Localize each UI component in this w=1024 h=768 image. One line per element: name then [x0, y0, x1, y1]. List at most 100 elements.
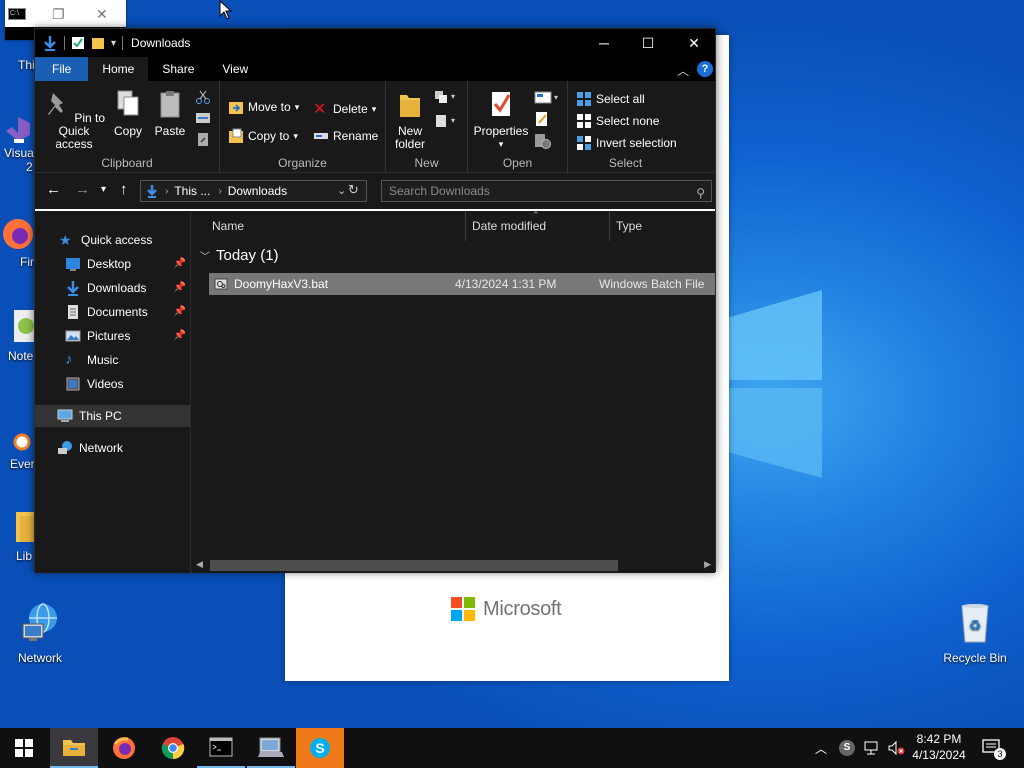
- nav-desktop[interactable]: Desktop 📌: [35, 253, 190, 275]
- search-input[interactable]: Search Downloads ⚲: [381, 180, 712, 202]
- videos-folder-icon: [66, 377, 80, 391]
- pin-to-quick-access-button[interactable]: Pin to Quick access: [39, 89, 109, 151]
- nav-documents[interactable]: Documents 📌: [35, 301, 190, 323]
- restore-icon[interactable]: ❐: [52, 6, 65, 23]
- file-list[interactable]: Name ⌃ Date modified Type ﹀ Today (1) Do…: [192, 210, 715, 573]
- back-button[interactable]: ←: [46, 181, 61, 198]
- desktop-icon-visual-studio[interactable]: Visua 2: [0, 113, 34, 174]
- firefox-icon: [113, 737, 135, 759]
- group-header-today[interactable]: ﹀ Today (1): [200, 247, 279, 264]
- visual-studio-icon: [6, 117, 30, 143]
- file-explorer-window[interactable]: ▾ Downloads ─ ☐ ✕ File Home Share View ︿…: [34, 28, 716, 573]
- nav-this-pc[interactable]: This PC: [35, 405, 190, 427]
- move-to-button[interactable]: Move to ▾: [228, 99, 299, 115]
- svg-text:▾: ▾: [451, 92, 455, 101]
- desktop-icon-recycle-bin[interactable]: ♻ Recycle Bin: [935, 602, 1015, 665]
- copy-button[interactable]: Copy: [111, 89, 145, 138]
- address-box[interactable]: › This ... › Downloads ⌄: [140, 180, 367, 202]
- nav-network[interactable]: Network: [35, 437, 190, 459]
- start-button[interactable]: [0, 728, 48, 768]
- show-hidden-icons-button[interactable]: ︿: [815, 740, 827, 757]
- desktop-icon-firefox[interactable]: Fir: [0, 212, 34, 269]
- breadcrumb-downloads[interactable]: Downloads: [228, 184, 287, 198]
- desktop-icon-partial[interactable]: Thi: [0, 58, 35, 72]
- taskbar-command-prompt[interactable]: [197, 728, 245, 768]
- taskbar-chrome[interactable]: [149, 728, 197, 768]
- column-header-type[interactable]: Type: [610, 211, 715, 241]
- help-icon[interactable]: ?: [697, 61, 713, 77]
- network-icon: [58, 441, 72, 454]
- horizontal-scrollbar[interactable]: ◀ ▶: [192, 557, 715, 573]
- file-row[interactable]: DoomyHaxV3.bat 4/13/2024 1:31 PM Windows…: [209, 273, 715, 295]
- close-icon[interactable]: ✕: [96, 6, 108, 23]
- properties-check-icon[interactable]: [71, 36, 85, 50]
- title-bar[interactable]: ▾ Downloads ─ ☐ ✕: [35, 29, 715, 57]
- breadcrumb-this-pc[interactable]: This ...: [174, 184, 210, 198]
- documents-folder-icon: [68, 305, 78, 319]
- nav-videos[interactable]: Videos: [35, 373, 190, 395]
- up-button[interactable]: ↑: [120, 181, 128, 198]
- select-all-icon: [577, 92, 591, 106]
- desktop-icon-libraries[interactable]: Lib: [0, 508, 34, 563]
- cut-icon[interactable]: [195, 89, 211, 105]
- scroll-right-icon[interactable]: ▶: [704, 559, 711, 570]
- delete-button[interactable]: ✕ Delete ▾: [313, 99, 376, 119]
- refresh-icon[interactable]: ↻: [348, 182, 366, 200]
- ribbon: Pin to Quick access Copy Paste Clipboard…: [35, 81, 715, 173]
- taskbar-firefox[interactable]: [100, 728, 148, 768]
- desktop-icon-network[interactable]: Network: [0, 602, 80, 665]
- address-dropdown-icon[interactable]: ⌄: [337, 184, 346, 197]
- paste-shortcut-icon[interactable]: [195, 131, 211, 147]
- copy-path-icon[interactable]: [195, 111, 211, 125]
- taskbar-skype[interactable]: S: [296, 728, 344, 768]
- open-icon[interactable]: ▾: [534, 89, 560, 105]
- taskbar-setup-app[interactable]: [247, 728, 295, 768]
- rename-button[interactable]: Rename: [313, 128, 378, 144]
- chevron-down-icon: ﹀: [200, 252, 210, 263]
- nav-quick-access[interactable]: ★ Quick access: [35, 229, 190, 251]
- select-none-button[interactable]: Select none: [576, 113, 659, 129]
- recent-locations-button[interactable]: ▾: [101, 184, 106, 195]
- forward-button[interactable]: →: [75, 181, 90, 198]
- edit-icon[interactable]: [534, 111, 550, 127]
- system-clock[interactable]: 8:42 PM 4/13/2024: [903, 731, 975, 763]
- nav-pictures[interactable]: Pictures 📌: [35, 325, 190, 347]
- collapse-ribbon-icon[interactable]: ︿: [677, 62, 689, 79]
- close-button[interactable]: ✕: [671, 29, 717, 57]
- skype-tray-icon[interactable]: S: [839, 740, 856, 756]
- column-header-date-modified[interactable]: ⌃ Date modified: [466, 210, 610, 241]
- easy-access-icon[interactable]: ▾: [433, 113, 455, 129]
- column-header-name[interactable]: Name: [192, 211, 466, 241]
- address-bar-row: ← → ▾ ↑ › This ... › Downloads ⌄ ↻ Searc…: [35, 173, 715, 207]
- new-folder-button[interactable]: New folder: [390, 89, 430, 151]
- copy-to-button[interactable]: Copy to ▾: [228, 128, 298, 144]
- nav-music[interactable]: ♪ Music: [35, 349, 190, 371]
- mouse-cursor-icon: [219, 0, 233, 20]
- navigation-pane[interactable]: ★ Quick access Desktop 📌 Downloads 📌 Docum…: [35, 211, 191, 573]
- maximize-button[interactable]: ☐: [625, 29, 671, 57]
- properties-button[interactable]: Properties ▾: [472, 89, 530, 151]
- tab-home[interactable]: Home: [88, 57, 149, 81]
- desktop-icon-notepad[interactable]: Note: [0, 306, 34, 363]
- nav-downloads[interactable]: Downloads 📌: [35, 277, 190, 299]
- history-icon[interactable]: [534, 133, 552, 149]
- new-folder-small-icon[interactable]: [91, 36, 105, 50]
- minimize-button[interactable]: ─: [581, 29, 627, 57]
- desktop-icon-everything[interactable]: Ever: [0, 432, 35, 471]
- tab-share[interactable]: Share: [148, 57, 208, 81]
- scroll-left-icon[interactable]: ◀: [196, 559, 203, 570]
- new-item-icon[interactable]: ▾: [433, 89, 455, 105]
- chrome-icon: [161, 737, 185, 760]
- customize-qat-icon[interactable]: ▾: [111, 38, 116, 49]
- network-status-icon[interactable]: [863, 740, 881, 756]
- taskbar: S ︿ S 8:42 PM 4/13/2024 3: [0, 728, 1024, 768]
- scrollbar-thumb[interactable]: [210, 560, 618, 571]
- taskbar-file-explorer[interactable]: [50, 728, 98, 768]
- invert-selection-button[interactable]: Invert selection: [576, 135, 677, 151]
- select-all-button[interactable]: Select all: [576, 91, 645, 107]
- action-center-button[interactable]: 3: [982, 728, 1006, 768]
- tab-file[interactable]: File: [35, 57, 89, 81]
- paste-button[interactable]: Paste: [152, 89, 188, 138]
- firefox-icon: [3, 219, 33, 249]
- tab-view[interactable]: View: [208, 57, 262, 81]
